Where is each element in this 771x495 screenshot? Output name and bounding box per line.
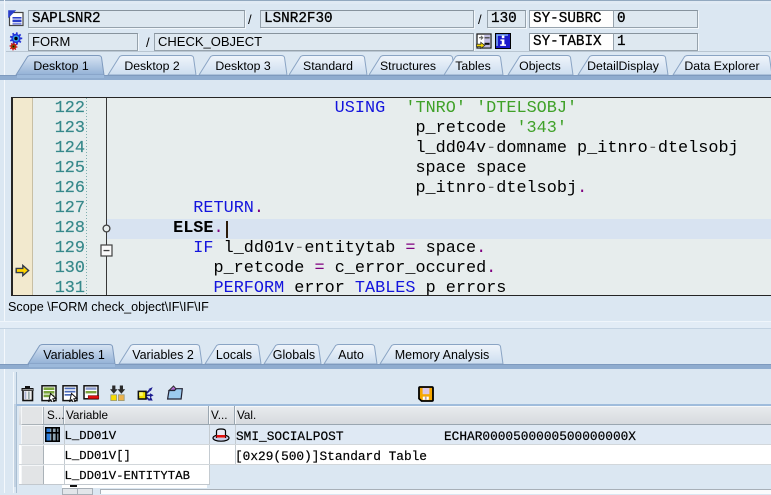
svg-text:Variables 2: Variables 2 (132, 348, 194, 362)
svg-text:Structures: Structures (380, 59, 436, 73)
svg-text:Desktop 3: Desktop 3 (215, 59, 271, 73)
svg-text:Desktop 1: Desktop 1 (33, 59, 89, 73)
svg-text:Memory Analysis: Memory Analysis (395, 348, 489, 362)
svg-text:Locals: Locals (216, 348, 252, 362)
svg-text:Tables: Tables (455, 59, 491, 73)
svg-text:Variables 1: Variables 1 (43, 348, 105, 362)
svg-text:Auto: Auto (338, 348, 364, 362)
svg-text:Globals: Globals (273, 348, 315, 362)
svg-text:Standard: Standard (303, 59, 353, 73)
svg-text:Desktop 2: Desktop 2 (124, 59, 180, 73)
svg-text:Objects: Objects (519, 59, 561, 73)
svg-text:Data Explorer: Data Explorer (684, 59, 759, 73)
svg-text:DetailDisplay: DetailDisplay (587, 59, 660, 73)
